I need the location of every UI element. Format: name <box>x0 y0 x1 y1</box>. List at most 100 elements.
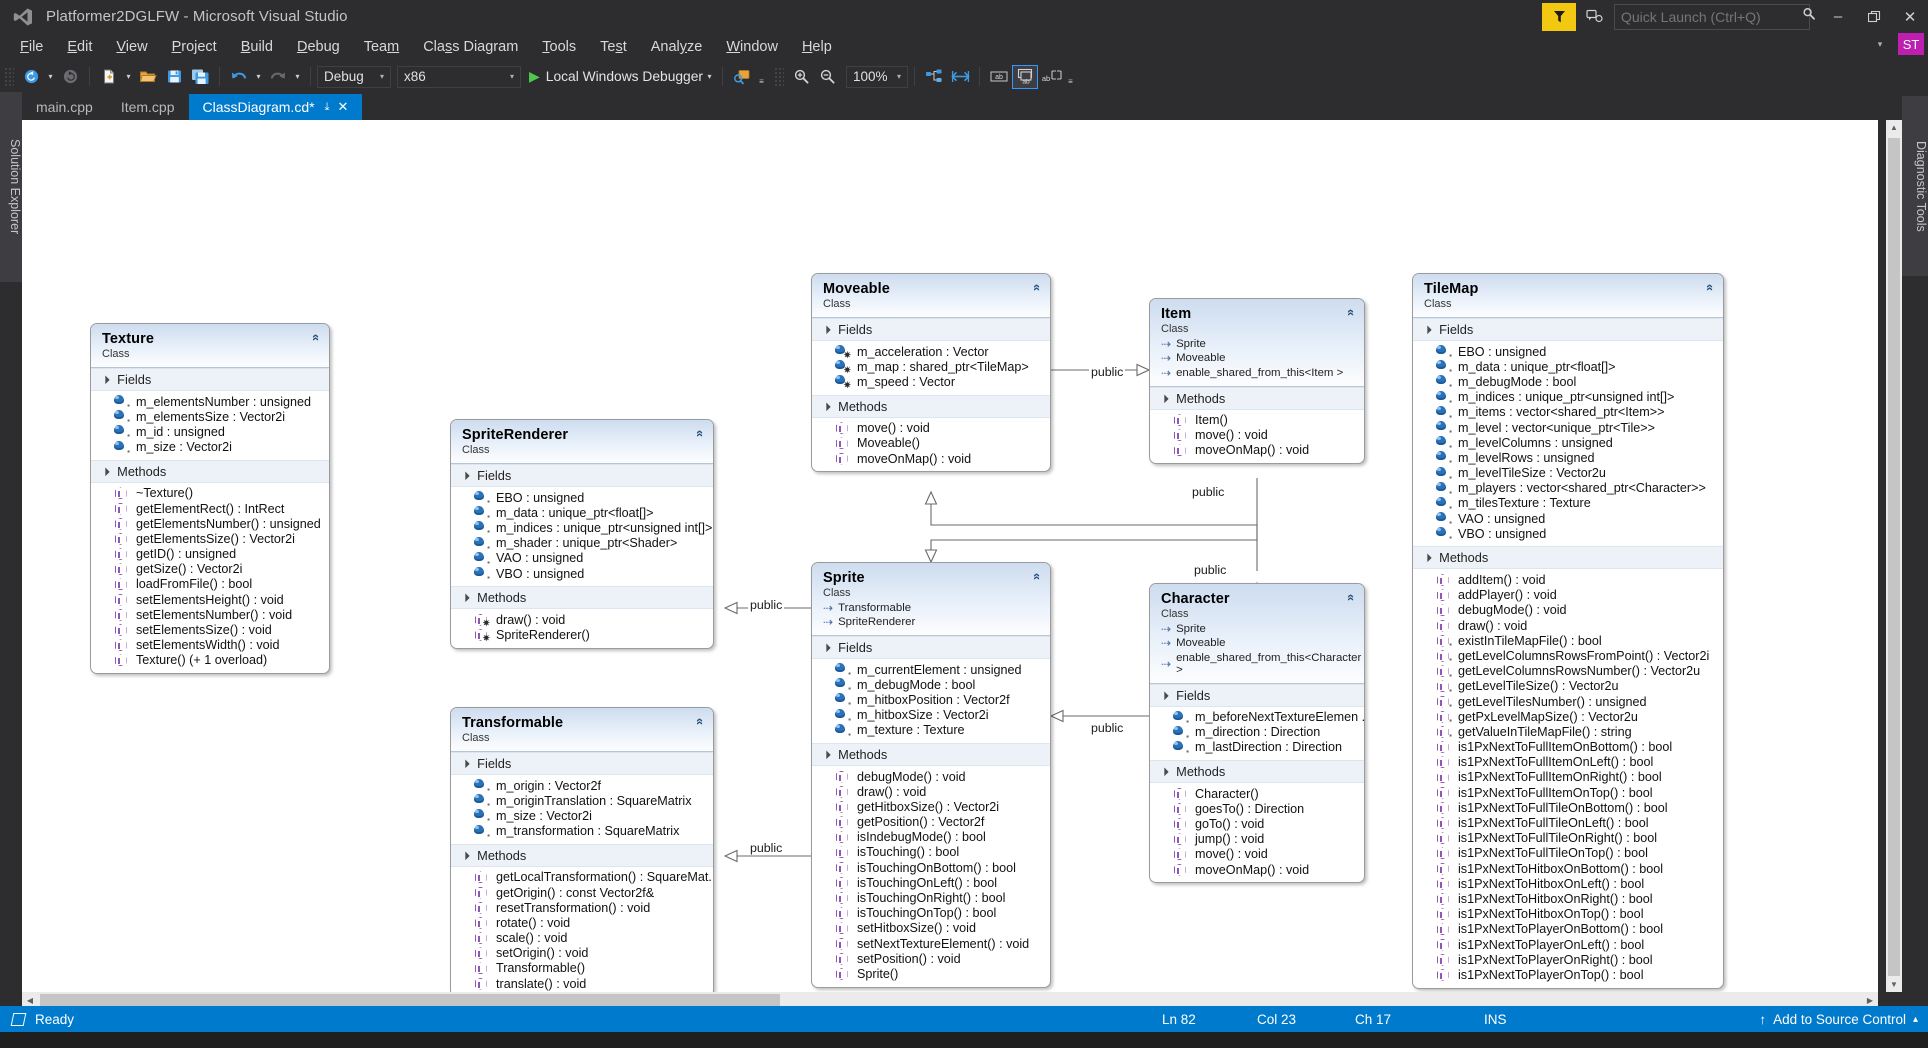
member-row[interactable]: is1PxNextToFullItemOnTop() : bool <box>1413 785 1723 800</box>
close-icon[interactable]: ✕ <box>337 99 348 115</box>
menu-item-team[interactable]: Team <box>352 36 411 58</box>
member-row[interactable]: draw() : void <box>1413 618 1723 633</box>
member-row[interactable]: is1PxNextToFullItemOnLeft() : bool <box>1413 755 1723 770</box>
member-row[interactable]: move() : void <box>812 421 1050 436</box>
display-name-icon[interactable]: ab <box>986 65 1012 89</box>
save-all-icon[interactable] <box>187 65 213 89</box>
member-row[interactable]: getElementsNumber() : unsigned <box>91 516 329 531</box>
member-row[interactable]: getElementRect() : IntRect <box>91 501 329 516</box>
editor-tab-main-cpp[interactable]: main.cpp <box>22 94 107 120</box>
section-header-methods[interactable]: ◢ Methods <box>91 459 329 483</box>
notification-flag-icon[interactable] <box>1542 2 1576 31</box>
member-row[interactable]: ▪ getLevelColumnsRowsNumber() : Vector2u <box>1413 664 1723 679</box>
display-full-signature-icon[interactable]: ab <box>1038 65 1064 89</box>
member-row[interactable]: ▪ m_hitboxSize : Vector2i <box>812 708 1050 723</box>
member-row[interactable]: ▪ m_lastDirection : Direction <box>1150 740 1364 755</box>
member-row[interactable]: setElementsHeight() : void <box>91 592 329 607</box>
zoom-in-icon[interactable] <box>788 65 814 89</box>
class-box-tilemap[interactable]: TileMap Class « ◢ Fields ▪ EBO : unsigned ▪ m_da… <box>1412 273 1724 989</box>
display-name-and-type-icon[interactable]: ab <box>1012 64 1038 89</box>
member-row[interactable]: ▪ getPxLevelMapSize() : Vector2u <box>1413 709 1723 725</box>
class-box-header[interactable]: Sprite Class ⇢ Transformable ⇢ SpriteRenderer… <box>812 563 1050 636</box>
vertical-scroll-thumb[interactable] <box>1888 137 1900 977</box>
member-row[interactable]: is1PxNextToFullTileOnTop() : bool <box>1413 846 1723 861</box>
member-row[interactable]: scale() : void <box>451 931 713 946</box>
chevron-up-icon[interactable]: « <box>693 718 708 725</box>
horizontal-scroll-thumb[interactable] <box>40 994 780 1006</box>
start-debugging-caret-icon[interactable]: ▾ <box>703 65 716 89</box>
member-row[interactable]: setHitboxSize() : void <box>812 921 1050 936</box>
start-debugging-button[interactable]: ▶ Local Windows Debugger <box>529 68 703 85</box>
attach-caret-icon[interactable]: ≡ <box>755 65 768 89</box>
quick-launch-input[interactable] <box>1621 8 1802 25</box>
pin-icon[interactable]: ⤓ <box>325 101 330 114</box>
member-row[interactable]: getOrigin() : const Vector2f& <box>451 885 713 900</box>
chevron-up-icon[interactable]: « <box>1703 284 1718 291</box>
member-row[interactable]: is1PxNextToHitboxOnTop() : bool <box>1413 907 1723 922</box>
undo-caret-icon[interactable]: ▾ <box>252 65 265 89</box>
member-row[interactable]: is1PxNextToPlayerOnLeft() : bool <box>1413 937 1723 952</box>
member-row[interactable]: ~Texture() <box>91 486 329 501</box>
navigate-back-caret-icon[interactable]: ▾ <box>44 65 57 89</box>
member-row[interactable]: ▪ m_id : unsigned <box>91 424 329 440</box>
member-row[interactable]: ▪ m_transformation : SquareMatrix <box>451 824 713 839</box>
member-row[interactable]: ▪ VBO : unsigned <box>1413 526 1723 542</box>
editor-tab-item-cpp[interactable]: Item.cpp <box>107 94 189 120</box>
class-box-moveable[interactable]: Moveable Class « ◢ Fields ✷ m_acceleration : V… <box>811 273 1051 473</box>
menu-item-view[interactable]: View <box>104 36 159 58</box>
member-row[interactable]: loadFromFile() : bool <box>91 577 329 592</box>
solution-platform-combo[interactable]: x86 ▾ <box>397 65 521 88</box>
member-row[interactable]: is1PxNextToHitboxOnBottom() : bool <box>1413 861 1723 876</box>
member-row[interactable]: ▪ EBO : unsigned <box>1413 344 1723 360</box>
section-header-methods[interactable]: ◢ Methods <box>1150 760 1364 784</box>
member-row[interactable]: ▪ VAO : unsigned <box>1413 511 1723 527</box>
section-header-methods[interactable]: ◢ Methods <box>1413 546 1723 570</box>
member-row[interactable]: getPosition() : Vector2f <box>812 815 1050 830</box>
member-row[interactable]: ▪ m_originTranslation : SquareMatrix <box>451 793 713 809</box>
member-row[interactable]: ▪ EBO : unsigned <box>451 490 713 506</box>
menu-item-class-diagram[interactable]: Class Diagram <box>411 36 530 58</box>
member-row[interactable]: isTouchingOnBottom() : bool <box>812 860 1050 875</box>
member-row[interactable]: isTouchingOnRight() : bool <box>812 890 1050 905</box>
member-row[interactable]: ▪ m_items : vector<shared_ptr<Item>> <box>1413 405 1723 420</box>
member-row[interactable]: ▪ m_indices : unique_ptr<unsigned int[]> <box>451 520 713 536</box>
member-row[interactable]: ▪ m_elementsSize : Vector2i <box>91 409 329 425</box>
member-row[interactable]: isIndebugMode() : bool <box>812 830 1050 845</box>
close-button[interactable]: ✕ <box>1892 0 1928 33</box>
member-row[interactable]: ✷ m_speed : Vector <box>812 374 1050 390</box>
member-row[interactable]: resetTransformation() : void <box>451 900 713 915</box>
member-row[interactable]: ▪ m_origin : Vector2f <box>451 778 713 794</box>
member-row[interactable]: ▪ m_levelRows : unsigned <box>1413 450 1723 466</box>
class-box-character[interactable]: Character Class ⇢ Sprite ⇢ Moveable ⇢ enable_sh… <box>1149 583 1365 884</box>
section-header-methods[interactable]: ◢ Methods <box>812 742 1050 766</box>
member-row[interactable]: Texture() (+ 1 overload) <box>91 653 329 668</box>
member-row[interactable]: setOrigin() : void <box>451 946 713 961</box>
member-row[interactable]: is1PxNextToPlayerOnTop() : bool <box>1413 967 1723 982</box>
member-row[interactable]: ✷ draw() : void <box>451 612 713 628</box>
member-row[interactable]: Item() <box>1150 413 1364 428</box>
member-row[interactable]: getLocalTransformation() : SquareMat... <box>451 870 713 885</box>
member-row[interactable]: ✷ m_map : shared_ptr<TileMap> <box>812 359 1050 375</box>
member-row[interactable]: Transformable() <box>451 961 713 976</box>
chevron-up-icon[interactable]: « <box>1344 594 1359 601</box>
member-row[interactable]: goesTo() : Direction <box>1150 801 1364 816</box>
menu-item-analyze[interactable]: Analyze <box>639 36 715 58</box>
member-row[interactable]: setElementsNumber() : void <box>91 607 329 622</box>
open-file-icon[interactable] <box>135 65 161 89</box>
new-item-caret-icon[interactable]: ▾ <box>122 65 135 89</box>
solution-explorer-tab[interactable]: Solution Explorer <box>0 92 22 282</box>
scroll-up-icon[interactable]: ▲ <box>1886 120 1902 136</box>
member-row[interactable]: ▪ m_debugMode : bool <box>1413 374 1723 390</box>
member-row[interactable]: ✷ m_acceleration : Vector <box>812 344 1050 360</box>
member-row[interactable]: setPosition() : void <box>812 951 1050 966</box>
class-box-header[interactable]: Texture Class « <box>91 324 329 368</box>
class-box-header[interactable]: Moveable Class « <box>812 274 1050 318</box>
member-row[interactable]: is1PxNextToFullItemOnBottom() : bool <box>1413 740 1723 755</box>
member-row[interactable]: move() : void <box>1150 428 1364 443</box>
section-header-fields[interactable]: ◢ Fields <box>812 636 1050 659</box>
restore-button[interactable] <box>1856 0 1892 33</box>
toolbar-grip[interactable] <box>774 66 784 87</box>
member-row[interactable]: isTouching() : bool <box>812 845 1050 860</box>
section-header-methods[interactable]: ◢ Methods <box>812 394 1050 418</box>
undo-icon[interactable] <box>226 65 252 89</box>
